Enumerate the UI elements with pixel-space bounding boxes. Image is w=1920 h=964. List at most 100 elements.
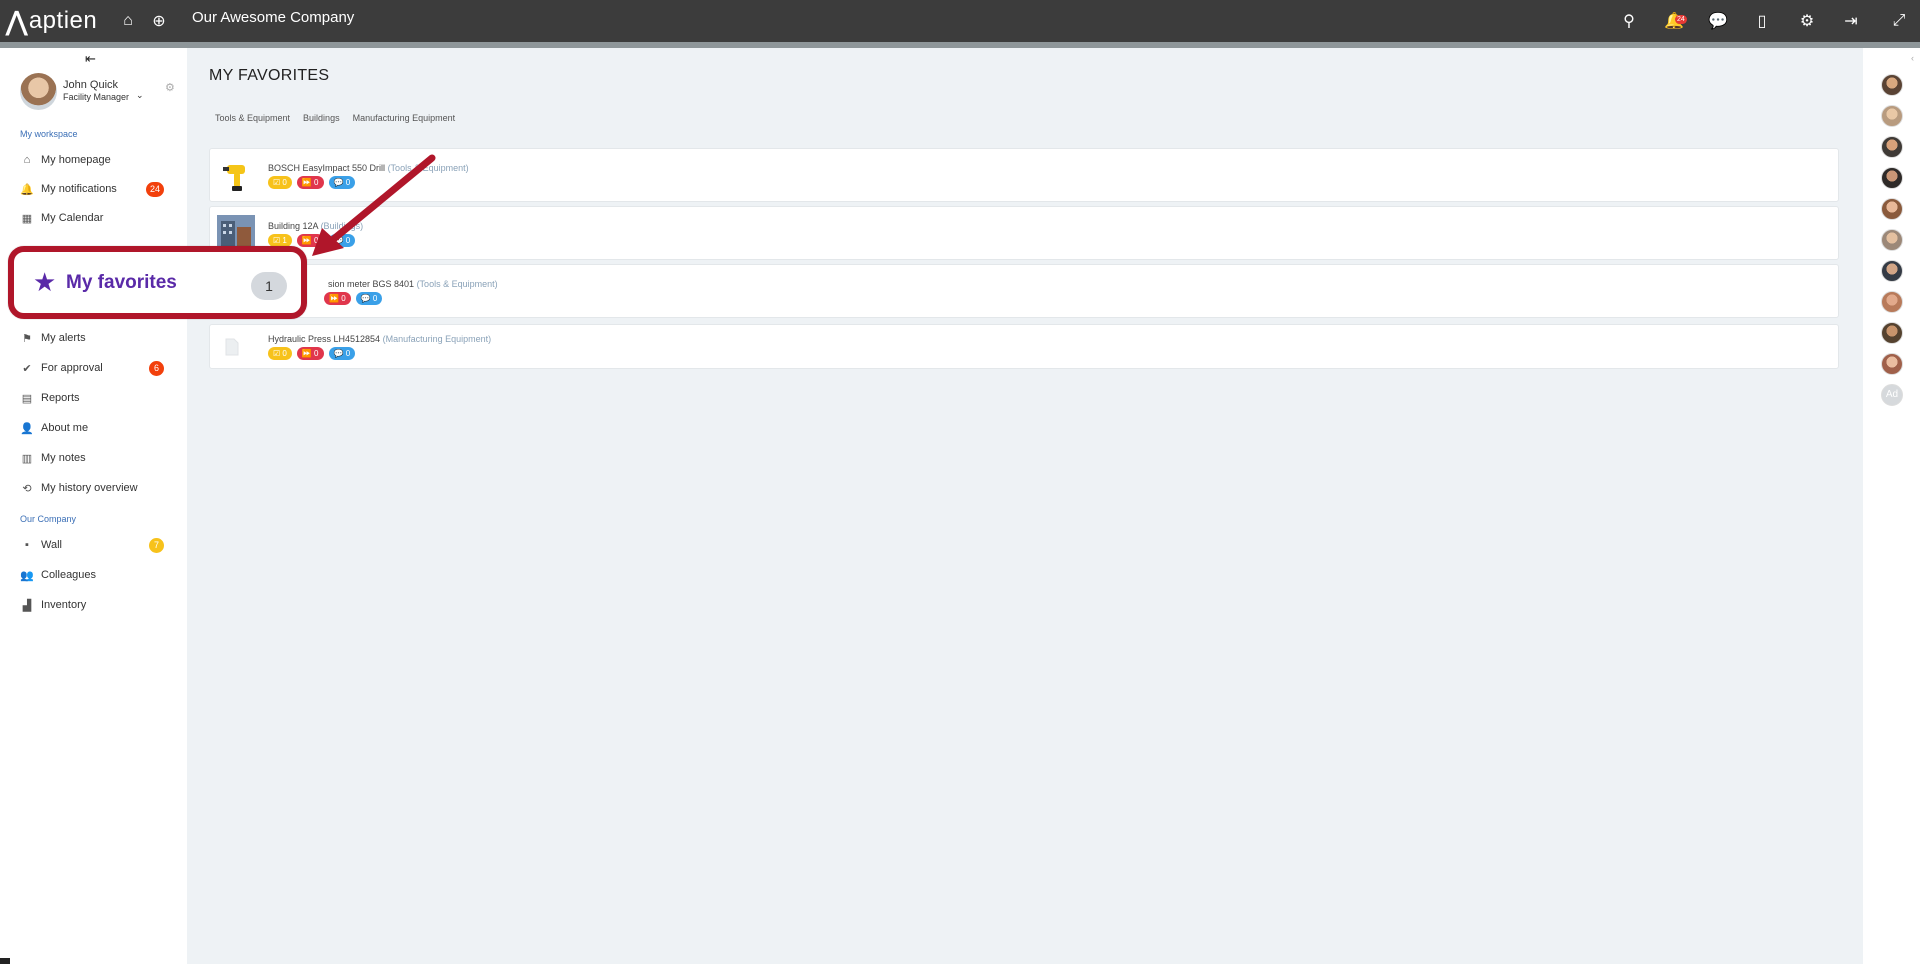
comments-chip[interactable]: 💬 0 <box>328 347 356 360</box>
filter-tools-equipment[interactable]: Tools & Equipment <box>215 113 290 123</box>
company-name[interactable]: Our Awesome Company <box>192 9 354 26</box>
avatar[interactable] <box>1881 74 1903 96</box>
home-icon[interactable]: ⌂ <box>116 9 140 33</box>
sidebar-item-label: My Calendar <box>41 212 104 224</box>
item-title[interactable]: sion meter BGS 8401 (Tools & Equipment) <box>328 279 498 289</box>
sidebar-item-for-approval[interactable]: ✔ For approval 6 <box>20 358 170 378</box>
avatar[interactable] <box>20 73 57 110</box>
sidebar-item-label: My homepage <box>41 154 111 166</box>
sidebar-item-label: Wall <box>41 539 62 551</box>
sidebar-item-label: My notifications <box>41 183 117 195</box>
alert-icon: ⚑ <box>22 332 32 345</box>
sidebar-item-reports[interactable]: ▤ Reports <box>20 388 170 408</box>
actions-chip[interactable]: ⏩ 0 <box>296 347 324 360</box>
user-profile[interactable]: John Quick Facility Manager ⌄ ⚙ <box>20 73 185 113</box>
tasks-count: 1 <box>282 236 287 245</box>
left-sidebar: ⇤ John Quick Facility Manager ⌄ ⚙ My wor… <box>0 48 187 964</box>
item-indicators: ⏩ 0 💬 0 <box>324 292 387 305</box>
drill-thumbnail <box>223 165 245 191</box>
sidebar-item-inventory[interactable]: ▟ Inventory <box>20 595 170 615</box>
item-indicators: ☑ 0 ⏩ 0 💬 0 <box>268 347 360 360</box>
sidebar-item-my-history-overview[interactable]: ⟲ My history overview <box>20 478 170 498</box>
colleagues-icon: 👥 <box>20 569 34 582</box>
sidebar-item-my-notes[interactable]: ▥ My notes <box>20 448 170 468</box>
corner-marker <box>0 958 10 964</box>
fullscreen-icon[interactable]: ⤢ <box>1887 9 1911 33</box>
tasks-chip[interactable]: ☑ 0 <box>268 347 292 360</box>
calendar-icon: ▦ <box>21 212 33 225</box>
chat-icon[interactable]: 💬 <box>1706 9 1730 33</box>
item-name: sion meter BGS 8401 <box>328 279 415 289</box>
sidebar-item-label: Inventory <box>41 599 87 611</box>
search-icon[interactable]: ⚲ <box>1617 9 1641 33</box>
sidebar-item-label: Reports <box>41 392 80 404</box>
page-title: MY FAVORITES <box>209 67 330 84</box>
profile-role: Facility Manager <box>63 92 130 102</box>
favorite-item[interactable]: sion meter BGS 8401 (Tools & Equipment) … <box>209 264 1839 318</box>
app-logo[interactable]: ⋀ aptien <box>6 0 97 42</box>
sidebar-item-colleagues[interactable]: 👥 Colleagues <box>20 565 170 585</box>
avatar[interactable] <box>1881 322 1903 344</box>
user-icon: 👤 <box>20 422 34 435</box>
annotation-arrow <box>312 154 436 256</box>
approval-badge: 6 <box>149 361 164 376</box>
sidebar-item-about-me[interactable]: 👤 About me <box>20 418 170 438</box>
actions-chip[interactable]: ⏩ 0 <box>324 292 351 305</box>
filter-manufacturing-equipment[interactable]: Manufacturing Equipment <box>353 113 456 123</box>
star-icon: ★ <box>33 267 57 297</box>
actions-count: 0 <box>314 349 319 358</box>
logo-text: aptien <box>28 7 98 34</box>
history-icon: ⟲ <box>22 482 32 495</box>
sidebar-item-label: About me <box>41 422 89 434</box>
mobile-icon[interactable]: ▯ <box>1750 9 1774 33</box>
avatar[interactable] <box>1881 136 1903 158</box>
tasks-chip[interactable]: ☑ 0 <box>268 176 292 189</box>
sidebar-item-label: My notes <box>41 452 86 464</box>
sidebar-item-label: Colleagues <box>41 569 97 581</box>
callout-label: My favorites <box>66 272 177 293</box>
notification-count-badge: 24 <box>1675 15 1687 24</box>
sidebar-item-label: For approval <box>41 362 103 374</box>
sidebar-item-my-homepage[interactable]: ⌂ My homepage <box>20 150 170 170</box>
bell-icon: 🔔 <box>20 183 34 196</box>
collapse-sidebar-icon[interactable]: ⇤ <box>85 51 96 67</box>
comments-count: 0 <box>372 294 378 303</box>
favorite-item[interactable]: BOSCH EasyImpact 550 Drill (Tools & Equi… <box>209 148 1839 202</box>
logo-mark-icon: ⋀ <box>6 5 28 36</box>
chevron-left-icon[interactable]: ‹ <box>1911 53 1914 63</box>
profile-settings-icon[interactable]: ⚙ <box>165 81 175 94</box>
avatar[interactable] <box>1881 291 1903 313</box>
sidebar-item-my-alerts[interactable]: ⚑ My alerts <box>20 328 170 348</box>
item-category: (Tools & Equipment) <box>416 279 498 289</box>
report-icon: ▤ <box>21 392 33 405</box>
avatar[interactable] <box>1881 198 1903 220</box>
right-sidebar: ‹ Ad <box>1863 48 1920 964</box>
logout-icon[interactable]: ⇥ <box>1839 9 1863 33</box>
item-title[interactable]: Hydraulic Press LH4512854 (Manufacturing… <box>268 334 491 344</box>
add-icon[interactable]: ⊕ <box>147 9 171 33</box>
favorite-item[interactable]: Building 12A (Buildings) ☑ 1 ⏩ 0 💬 0 <box>209 206 1839 260</box>
gear-icon[interactable]: ⚙ <box>1795 9 1819 33</box>
profile-name: John Quick <box>63 79 119 91</box>
add-colleague-avatar[interactable]: Ad <box>1881 384 1903 406</box>
filter-buildings[interactable]: Buildings <box>303 113 340 123</box>
sidebar-item-my-calendar[interactable]: ▦ My Calendar <box>20 208 170 228</box>
avatar[interactable] <box>1881 105 1903 127</box>
section-my-workspace: My workspace <box>20 129 78 139</box>
sidebar-item-label: My alerts <box>41 332 86 344</box>
my-favorites-callout[interactable]: ★ My favorites 1 <box>8 246 307 319</box>
item-name: Hydraulic Press LH4512854 <box>268 334 381 344</box>
sidebar-item-my-notifications[interactable]: 🔔 My notifications 24 <box>20 179 170 199</box>
avatar[interactable] <box>1881 353 1903 375</box>
comments-chip[interactable]: 💬 0 <box>355 292 383 305</box>
check-icon: ✔ <box>22 362 32 375</box>
item-category: (Manufacturing Equipment) <box>382 334 492 344</box>
avatar[interactable] <box>1881 229 1903 251</box>
section-our-company: Our Company <box>20 514 77 524</box>
chevron-down-icon[interactable]: ⌄ <box>136 90 144 101</box>
favorite-item[interactable]: Hydraulic Press LH4512854 (Manufacturing… <box>209 324 1839 369</box>
avatar[interactable] <box>1881 167 1903 189</box>
avatar[interactable] <box>1881 260 1903 282</box>
notes-icon: ▥ <box>21 452 33 465</box>
sidebar-item-wall[interactable]: ▪ Wall 7 <box>20 535 170 555</box>
